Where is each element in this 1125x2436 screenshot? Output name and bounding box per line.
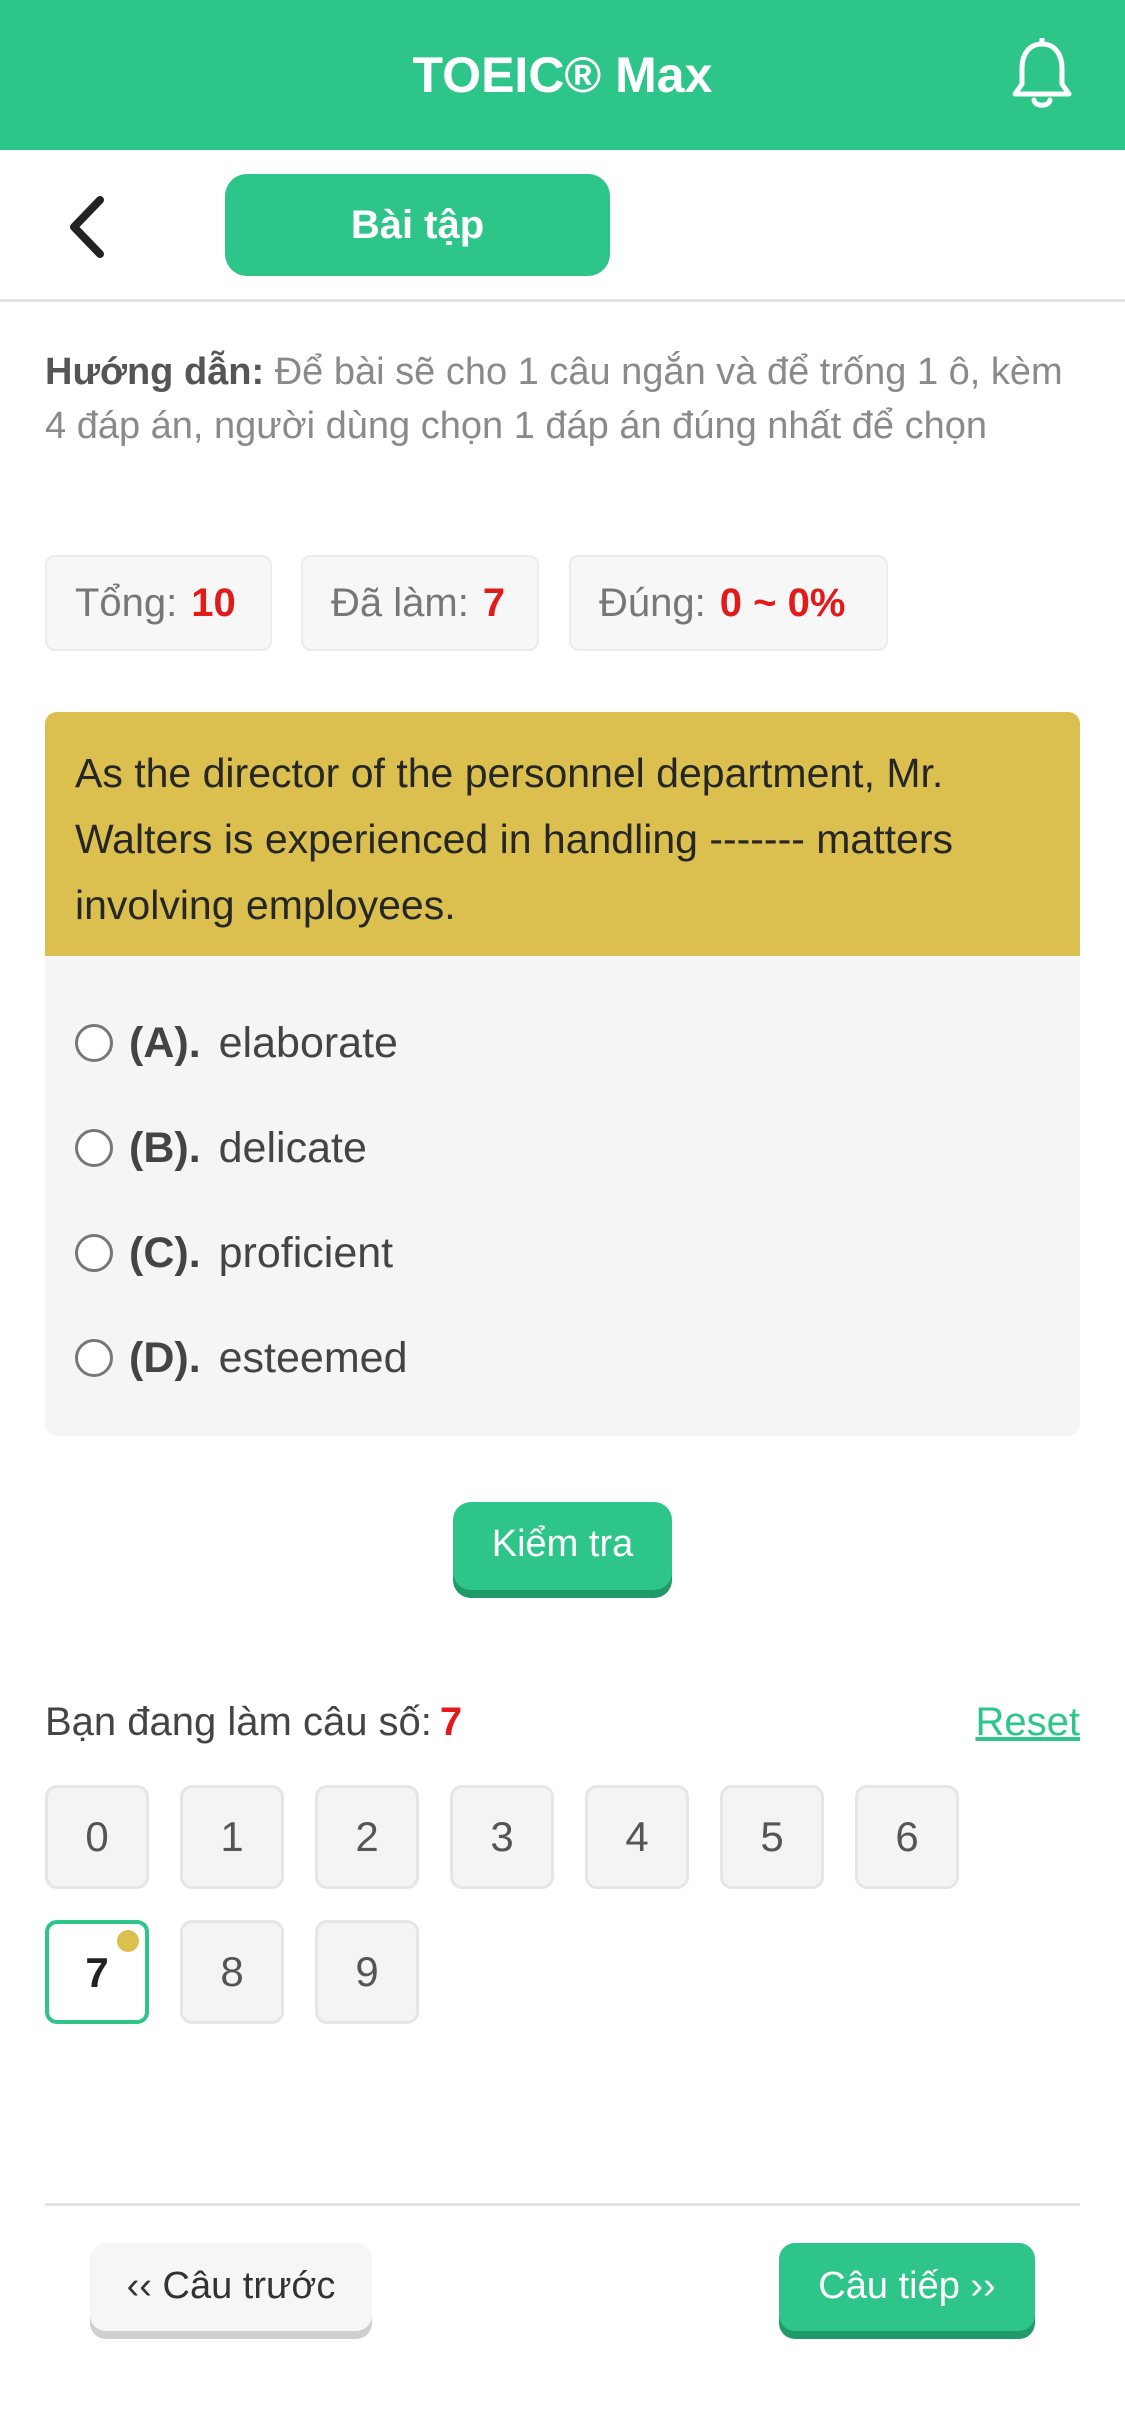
question-number-7-label: 7 — [85, 1949, 109, 1996]
radio-icon[interactable] — [75, 1234, 113, 1272]
stat-total-label: Tổng: — [75, 581, 178, 625]
radio-icon[interactable] — [75, 1129, 113, 1167]
bell-icon[interactable] — [1010, 36, 1074, 112]
check-button[interactable]: Kiểm tra — [453, 1502, 672, 1590]
question-number-7[interactable]: 7 — [45, 1920, 149, 2024]
option-a[interactable]: (A). elaborate — [75, 1008, 398, 1078]
instructions: Hướng dẫn: Để bài sẽ cho 1 câu ngắn và đ… — [45, 345, 1085, 453]
chevron-left-icon[interactable] — [60, 192, 120, 262]
app-header: TOEIC® Max — [0, 0, 1125, 150]
question-text: As the director of the personnel departm… — [45, 712, 1080, 956]
stat-done-label: Đã làm: — [331, 581, 469, 625]
option-d[interactable]: (D). esteemed — [75, 1323, 407, 1393]
current-marker-dot — [117, 1930, 139, 1952]
current-question-number: 7 — [439, 1700, 463, 1744]
radio-icon[interactable] — [75, 1339, 113, 1377]
current-question: Bạn đang làm câu số: 7 — [45, 1700, 462, 1745]
stat-total-value: 10 — [191, 581, 236, 625]
previous-question-button[interactable]: ‹‹ Câu trước — [90, 2243, 372, 2331]
stat-correct-value: 0 ~ 0% — [719, 581, 846, 625]
footer-divider — [45, 2203, 1080, 2206]
option-d-label: (D). — [129, 1333, 201, 1382]
question-number-0[interactable]: 0 — [45, 1785, 149, 1889]
option-a-label: (A). — [129, 1018, 201, 1067]
next-question-button[interactable]: Câu tiếp ›› — [779, 2243, 1035, 2331]
reset-link[interactable]: Reset — [960, 1700, 1081, 1745]
stat-total: Tổng: 10 — [45, 555, 272, 651]
question-number-6[interactable]: 6 — [855, 1785, 959, 1889]
option-d-text: esteemed — [218, 1333, 408, 1382]
nav-bar: Bài tập — [0, 150, 1125, 302]
option-b[interactable]: (B). delicate — [75, 1113, 367, 1183]
stat-correct: Đúng: 0 ~ 0% — [569, 555, 888, 651]
option-c[interactable]: (C). proficient — [75, 1218, 393, 1288]
question-number-1[interactable]: 1 — [180, 1785, 284, 1889]
option-c-text: proficient — [218, 1228, 394, 1277]
stat-done-value: 7 — [482, 581, 506, 625]
question-number-8[interactable]: 8 — [180, 1920, 284, 2024]
radio-icon[interactable] — [75, 1024, 113, 1062]
option-b-text: delicate — [218, 1123, 367, 1172]
question-number-9[interactable]: 9 — [315, 1920, 419, 2024]
question-number-3[interactable]: 3 — [450, 1785, 554, 1889]
instructions-label: Hướng dẫn: — [45, 351, 265, 393]
answer-options: (A). elaborate (B). delicate (C). profic… — [45, 956, 1080, 1436]
tab-exercise[interactable]: Bài tập — [225, 174, 610, 276]
question-number-2[interactable]: 2 — [315, 1785, 419, 1889]
stat-correct-label: Đúng: — [599, 581, 706, 625]
stat-done: Đã làm: 7 — [301, 555, 539, 651]
current-question-label: Bạn đang làm câu số: — [45, 1700, 432, 1744]
app-title: TOEIC® Max — [412, 47, 713, 103]
question-number-5[interactable]: 5 — [720, 1785, 824, 1889]
option-c-label: (C). — [129, 1228, 201, 1277]
option-b-label: (B). — [129, 1123, 201, 1172]
question-number-4[interactable]: 4 — [585, 1785, 689, 1889]
option-a-text: elaborate — [218, 1018, 398, 1067]
